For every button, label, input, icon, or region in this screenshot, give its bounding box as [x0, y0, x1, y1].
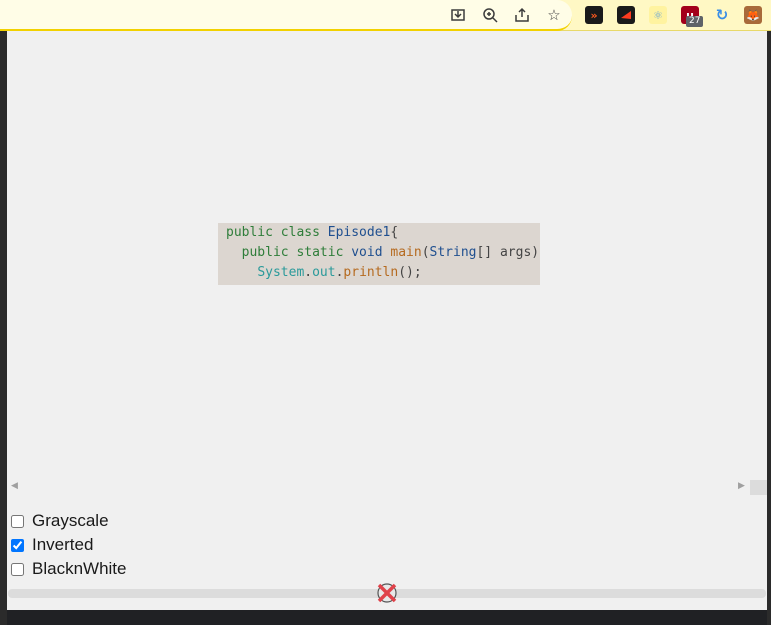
filter-options: Grayscale Inverted BlacknWhite	[11, 509, 126, 581]
horizontal-scrollbar[interactable]: ◀ ▶	[7, 479, 767, 495]
close-x-icon	[377, 583, 397, 603]
install-icon[interactable]	[448, 5, 468, 25]
ext-react-icon[interactable]: ⚛	[649, 6, 667, 24]
scroll-left-icon[interactable]: ◀	[11, 481, 18, 491]
blacknwhite-label: BlacknWhite	[32, 559, 127, 578]
ext-flag-icon[interactable]	[617, 6, 635, 24]
scroll-corner	[750, 480, 767, 495]
bookmark-star-icon[interactable]: ☆	[544, 5, 564, 25]
grayscale-option[interactable]: Grayscale	[11, 509, 126, 533]
inverted-option[interactable]: Inverted	[11, 533, 126, 557]
code-line-2: public static void main(String[] args)	[241, 245, 540, 260]
ublock-badge: 27	[686, 16, 704, 27]
browser-toolbar: ☆ » ⚛ u 27 ↻ 🦊	[0, 0, 771, 31]
preview-scroll-area[interactable]: public class Episode1{ public static voi…	[7, 31, 767, 496]
blacknwhite-option[interactable]: BlacknWhite	[11, 557, 126, 581]
slider-handle[interactable]	[376, 582, 398, 604]
share-icon[interactable]	[512, 5, 532, 25]
grayscale-checkbox[interactable]	[11, 514, 24, 528]
inverted-checkbox[interactable]	[11, 538, 24, 552]
code-line-1: public class Episode1{	[226, 225, 399, 240]
blacknwhite-checkbox[interactable]	[11, 562, 24, 576]
page-background-right	[767, 31, 771, 625]
ext-arrows-icon[interactable]: »	[585, 6, 603, 24]
grayscale-label: Grayscale	[32, 511, 109, 530]
ext-fox-icon[interactable]: 🦊	[744, 6, 762, 24]
inverted-label: Inverted	[32, 535, 94, 554]
page-background	[0, 31, 7, 625]
ext-sync-icon[interactable]: ↻	[713, 6, 731, 24]
code-preview-image: public class Episode1{ public static voi…	[218, 223, 540, 285]
filter-popup: public class Episode1{ public static voi…	[7, 31, 767, 610]
code-line-3: System.out.println();	[257, 265, 422, 280]
zoom-icon[interactable]	[480, 5, 500, 25]
scroll-right-icon[interactable]: ▶	[738, 481, 745, 491]
